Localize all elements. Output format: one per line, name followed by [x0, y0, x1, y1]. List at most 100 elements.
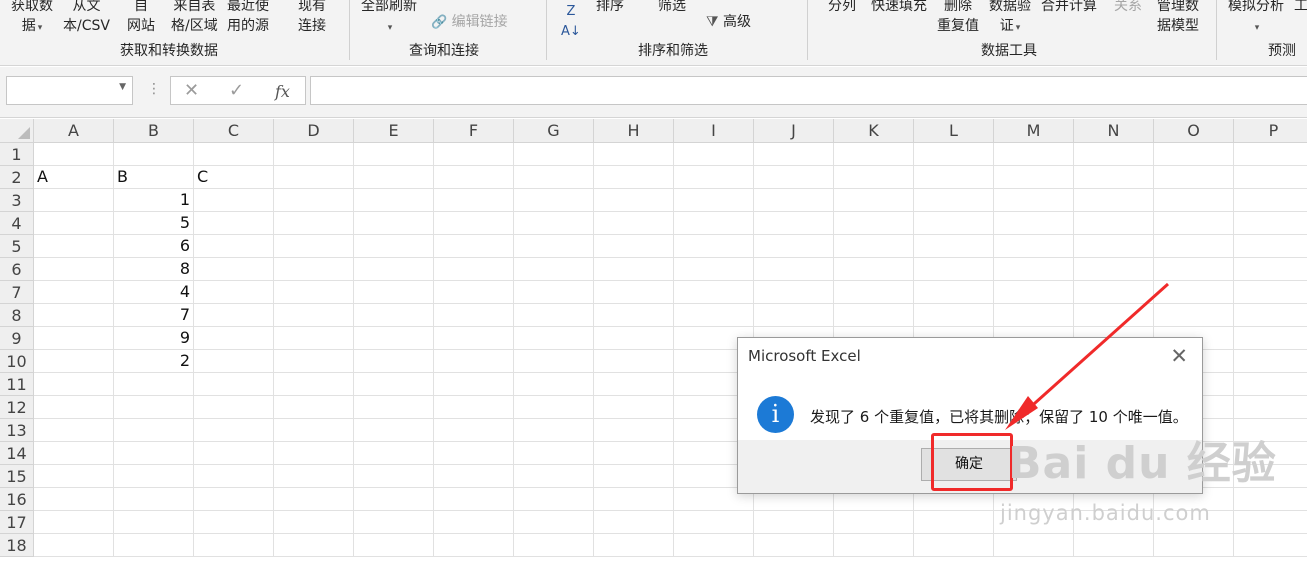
chevron-down-icon[interactable]: ▼ — [119, 82, 126, 92]
cell-h4[interactable] — [594, 212, 674, 235]
row-header-5[interactable]: 5 — [0, 235, 34, 258]
cell-g1[interactable] — [514, 143, 594, 166]
row-header-3[interactable]: 3 — [0, 189, 34, 212]
cell-n3[interactable] — [1074, 189, 1154, 212]
cell-c3[interactable] — [194, 189, 274, 212]
cell-d18[interactable] — [274, 534, 354, 557]
row-header-17[interactable]: 17 — [0, 511, 34, 534]
filter-button[interactable]: 筛选 — [658, 0, 686, 16]
cell-h8[interactable] — [594, 304, 674, 327]
cell-g6[interactable] — [514, 258, 594, 281]
cell-c9[interactable] — [194, 327, 274, 350]
cell-g5[interactable] — [514, 235, 594, 258]
cell-k4[interactable] — [834, 212, 914, 235]
cell-d13[interactable] — [274, 419, 354, 442]
cell-b12[interactable] — [114, 396, 194, 419]
cell-m4[interactable] — [994, 212, 1074, 235]
cell-i4[interactable] — [674, 212, 754, 235]
cell-i3[interactable] — [674, 189, 754, 212]
cell-p3[interactable] — [1234, 189, 1307, 212]
cell-f4[interactable] — [434, 212, 514, 235]
cell-p6[interactable] — [1234, 258, 1307, 281]
cell-c1[interactable] — [194, 143, 274, 166]
cell-p14[interactable] — [1234, 442, 1307, 465]
cell-c4[interactable] — [194, 212, 274, 235]
cell-i17[interactable] — [674, 511, 754, 534]
cell-b8[interactable]: 7 — [114, 304, 194, 327]
cell-h10[interactable] — [594, 350, 674, 373]
column-header-m[interactable]: M — [994, 119, 1074, 143]
column-header-a[interactable]: A — [34, 119, 114, 143]
cell-l1[interactable] — [914, 143, 994, 166]
cell-l5[interactable] — [914, 235, 994, 258]
cell-a8[interactable] — [34, 304, 114, 327]
cell-d5[interactable] — [274, 235, 354, 258]
column-header-l[interactable]: L — [914, 119, 994, 143]
cell-k5[interactable] — [834, 235, 914, 258]
cell-e12[interactable] — [354, 396, 434, 419]
data-validation-button[interactable]: 数据验 证 ▾ — [989, 0, 1031, 38]
cell-n5[interactable] — [1074, 235, 1154, 258]
cell-i5[interactable] — [674, 235, 754, 258]
cell-b3[interactable]: 1 — [114, 189, 194, 212]
row-header-12[interactable]: 12 — [0, 396, 34, 419]
cell-d1[interactable] — [274, 143, 354, 166]
cell-l7[interactable] — [914, 281, 994, 304]
cell-h6[interactable] — [594, 258, 674, 281]
cell-h9[interactable] — [594, 327, 674, 350]
manage-data-model-button[interactable]: 管理数 据模型 — [1157, 0, 1199, 36]
cell-p17[interactable] — [1234, 511, 1307, 534]
cell-k6[interactable] — [834, 258, 914, 281]
cell-g18[interactable] — [514, 534, 594, 557]
cell-e5[interactable] — [354, 235, 434, 258]
cell-b15[interactable] — [114, 465, 194, 488]
fx-icon[interactable]: fx — [275, 82, 290, 101]
row-header-9[interactable]: 9 — [0, 327, 34, 350]
cell-c6[interactable] — [194, 258, 274, 281]
cell-c11[interactable] — [194, 373, 274, 396]
cell-b11[interactable] — [114, 373, 194, 396]
cell-a9[interactable] — [34, 327, 114, 350]
cell-c5[interactable] — [194, 235, 274, 258]
cell-g10[interactable] — [514, 350, 594, 373]
column-header-f[interactable]: F — [434, 119, 514, 143]
cell-m1[interactable] — [994, 143, 1074, 166]
cell-c8[interactable] — [194, 304, 274, 327]
cell-g3[interactable] — [514, 189, 594, 212]
cell-a15[interactable] — [34, 465, 114, 488]
forecast-sheet-button[interactable]: 工 — [1294, 0, 1307, 16]
cell-g13[interactable] — [514, 419, 594, 442]
cell-b5[interactable]: 6 — [114, 235, 194, 258]
cell-p16[interactable] — [1234, 488, 1307, 511]
get-data-button[interactable]: 获取数 据 ▾ — [11, 0, 53, 38]
cell-d2[interactable] — [274, 166, 354, 189]
cell-e1[interactable] — [354, 143, 434, 166]
cell-j1[interactable] — [754, 143, 834, 166]
ok-button[interactable]: 确定 — [921, 448, 1017, 481]
cell-o2[interactable] — [1154, 166, 1234, 189]
cell-o4[interactable] — [1154, 212, 1234, 235]
cell-e13[interactable] — [354, 419, 434, 442]
cell-n4[interactable] — [1074, 212, 1154, 235]
cell-g16[interactable] — [514, 488, 594, 511]
cell-h16[interactable] — [594, 488, 674, 511]
column-header-h[interactable]: H — [594, 119, 674, 143]
cell-h5[interactable] — [594, 235, 674, 258]
cell-i6[interactable] — [674, 258, 754, 281]
cell-o7[interactable] — [1154, 281, 1234, 304]
cell-g12[interactable] — [514, 396, 594, 419]
row-header-2[interactable]: 2 — [0, 166, 34, 189]
cell-h3[interactable] — [594, 189, 674, 212]
column-header-j[interactable]: J — [754, 119, 834, 143]
cell-b16[interactable] — [114, 488, 194, 511]
cell-b6[interactable]: 8 — [114, 258, 194, 281]
flash-fill-button[interactable]: 快速填充 — [871, 0, 927, 16]
cell-e16[interactable] — [354, 488, 434, 511]
from-table-button[interactable]: 来自表 格/区域 — [171, 0, 218, 36]
cell-c12[interactable] — [194, 396, 274, 419]
cell-d9[interactable] — [274, 327, 354, 350]
cell-i1[interactable] — [674, 143, 754, 166]
cell-p2[interactable] — [1234, 166, 1307, 189]
cell-g11[interactable] — [514, 373, 594, 396]
cell-b17[interactable] — [114, 511, 194, 534]
